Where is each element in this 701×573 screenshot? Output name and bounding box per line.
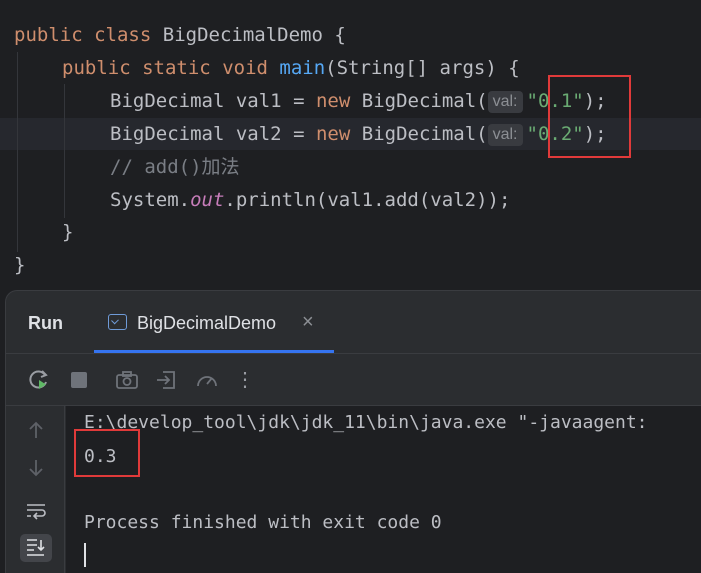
code-line-7[interactable]: } [62, 216, 73, 248]
code-comment: // add()加法 [110, 156, 240, 178]
indent-guide [64, 84, 65, 218]
code-line-1[interactable]: public class BigDecimalDemo { [14, 19, 346, 51]
divider [6, 353, 701, 354]
console-command-line: E:\develop_tool\jdk\jdk_11\bin\java.exe … [84, 412, 648, 433]
operator: = [293, 90, 305, 112]
highlight-box-result [74, 429, 140, 477]
type-name: BigDecimal [110, 123, 225, 145]
keyword: public [62, 57, 131, 79]
console-output[interactable]: E:\develop_tool\jdk\jdk_11\bin\java.exe … [66, 406, 701, 573]
method-call: .println(val1.add(val2)); [224, 189, 511, 211]
parameter-hint: val: [487, 91, 523, 113]
keyword: void [222, 57, 268, 79]
keyword: new [315, 90, 351, 112]
console-exit-message: Process finished with exit code 0 [84, 512, 442, 533]
profiler-icon[interactable] [194, 367, 220, 393]
code-line-5[interactable]: // add()加法 [110, 151, 240, 183]
class-ref: System. [110, 189, 191, 211]
camera-icon[interactable] [114, 367, 140, 393]
keyword: public [14, 24, 83, 46]
rerun-icon[interactable] [26, 367, 52, 393]
code-editor[interactable]: public class BigDecimalDemo { public sta… [0, 0, 701, 290]
run-panel-title: Run [28, 313, 63, 333]
arrow-up-icon[interactable] [20, 418, 52, 446]
brace: { [334, 24, 346, 46]
indent-guide [17, 52, 18, 252]
tab-bigdecimaldemo[interactable]: BigDecimalDemo × [94, 291, 334, 353]
console-icon [108, 314, 127, 330]
restore-layout-icon[interactable] [154, 367, 180, 393]
keyword: static [142, 57, 211, 79]
keyword: new [315, 123, 351, 145]
code-line-6[interactable]: System.out.println(val1.add(val2)); [110, 184, 510, 216]
stop-icon[interactable] [66, 367, 92, 393]
console-side-toolbar [6, 406, 65, 573]
class-name: BigDecimalDemo [162, 24, 323, 46]
more-icon[interactable]: ⋮ [232, 367, 258, 393]
code-line-2[interactable]: public static void main(String[] args) { [62, 52, 520, 84]
tab-label: BigDecimalDemo [137, 313, 277, 333]
brace: } [62, 221, 74, 243]
text-caret [84, 543, 86, 567]
method-params: (String[] args) { [325, 57, 520, 79]
brace: } [14, 254, 26, 276]
arrow-down-icon[interactable] [20, 456, 52, 484]
method-name: main [279, 57, 326, 79]
run-tool-window: Run BigDecimalDemo × ⋮ E:\develop_tool\j… [5, 290, 701, 573]
variable-name: val2 [235, 123, 282, 145]
type-name: BigDecimal [110, 90, 225, 112]
code-line-3[interactable]: BigDecimal val1 = new BigDecimal(val: "0.… [110, 85, 607, 117]
code-line-8[interactable]: } [14, 249, 25, 281]
soft-wrap-icon[interactable] [20, 498, 52, 526]
keyword: class [94, 24, 152, 46]
parameter-hint: val: [487, 124, 523, 146]
scroll-to-end-icon[interactable] [20, 534, 52, 562]
constructor-call: BigDecimal( [361, 123, 488, 145]
close-icon[interactable]: × [302, 311, 314, 334]
variable-name: val1 [235, 90, 282, 112]
operator: = [293, 123, 305, 145]
highlight-box-values [548, 75, 631, 158]
constructor-call: BigDecimal( [361, 90, 488, 112]
code-line-4[interactable]: BigDecimal val2 = new BigDecimal(val: "0.… [110, 118, 607, 150]
static-field: out [190, 189, 225, 211]
